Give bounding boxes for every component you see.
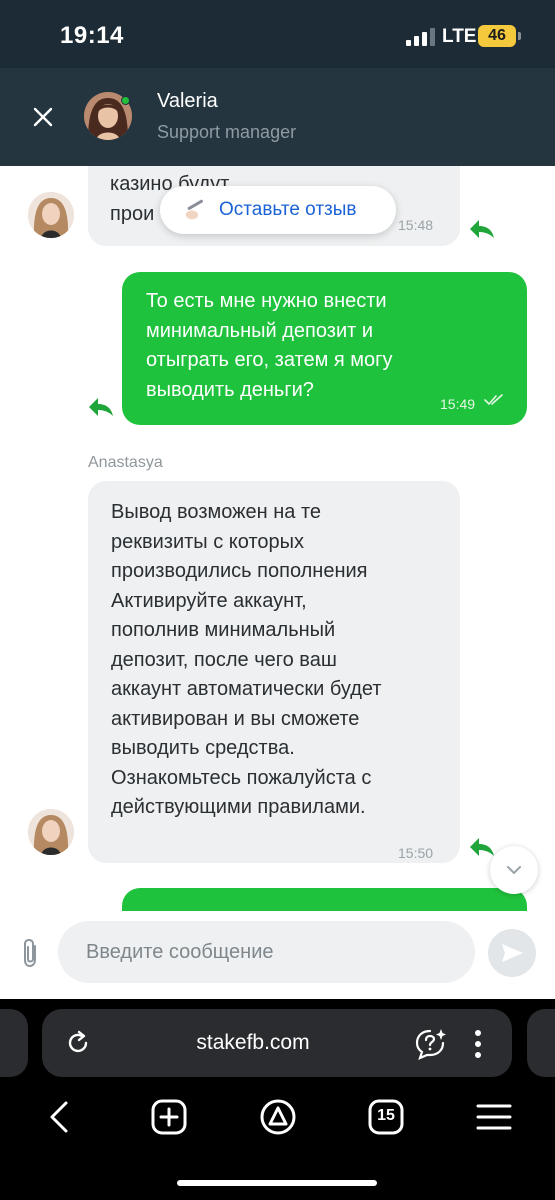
- close-button[interactable]: [24, 98, 62, 136]
- chevron-down-icon: [507, 866, 521, 874]
- message-bubble-incoming: Вывод возможен на те реквизиты с которых…: [88, 481, 460, 863]
- back-icon[interactable]: [40, 1097, 80, 1137]
- leave-review-label: Оставьте отзыв: [219, 199, 357, 220]
- send-icon: [502, 944, 523, 962]
- address-bar[interactable]: stakefb.com: [42, 1009, 512, 1077]
- close-icon: [33, 107, 53, 127]
- scroll-to-bottom-button[interactable]: [490, 846, 538, 894]
- signal-icon: [406, 28, 436, 46]
- battery-tip: [518, 32, 521, 40]
- new-tab-icon[interactable]: [149, 1097, 189, 1137]
- menu-icon[interactable]: [474, 1097, 514, 1137]
- battery-icon: 46: [478, 25, 516, 47]
- alice-icon[interactable]: [258, 1097, 298, 1137]
- next-tab-preview[interactable]: [527, 1009, 555, 1077]
- more-vertical-icon[interactable]: [472, 1029, 484, 1059]
- double-check-icon: [484, 394, 503, 406]
- reply-arrow-icon[interactable]: [468, 836, 496, 858]
- message-composer: [0, 911, 555, 999]
- home-indicator[interactable]: [177, 1180, 377, 1186]
- reply-arrow-icon[interactable]: [468, 218, 496, 240]
- browser-toolbar: stakefb.com 15: [0, 999, 555, 1200]
- network-type: LTE: [442, 26, 477, 47]
- online-status-dot: [121, 96, 130, 105]
- leave-review-button[interactable]: Оставьте отзыв: [160, 186, 396, 234]
- assistant-icon[interactable]: [414, 1027, 448, 1061]
- agent-avatar-small: [28, 809, 74, 855]
- message-time: 15:49: [440, 396, 476, 412]
- sender-name: Anastasya: [88, 454, 163, 471]
- status-time: 19:14: [60, 22, 124, 49]
- agent-role: Support manager: [157, 122, 297, 142]
- paperclip-icon[interactable]: [18, 937, 44, 969]
- message-time: 15:48: [398, 217, 434, 233]
- status-bar: 19:14 LTE 46: [0, 0, 555, 68]
- battery-level: 46: [488, 27, 506, 44]
- writing-hand-icon: [185, 199, 204, 220]
- message-bubble-outgoing: То есть мне нужно внести минимальный деп…: [122, 272, 527, 425]
- chat-header: Valeria Support manager: [0, 68, 555, 166]
- reply-arrow-icon[interactable]: [87, 396, 115, 418]
- message-time: 15:50: [398, 845, 434, 861]
- message-text: То есть мне нужно внести минимальный деп…: [146, 290, 393, 401]
- message-bubble-outgoing: [122, 888, 527, 911]
- url-text[interactable]: stakefb.com: [42, 1031, 464, 1055]
- previous-tab-preview[interactable]: [0, 1009, 28, 1077]
- tabs-button[interactable]: 15: [366, 1097, 406, 1137]
- message-text: Вывод возможен на те реквизиты с которых…: [111, 501, 382, 818]
- agent-avatar-small: [28, 192, 74, 238]
- message-input[interactable]: [58, 921, 475, 983]
- tab-count: 15: [377, 1107, 395, 1124]
- send-button[interactable]: [488, 929, 536, 977]
- chat-messages[interactable]: казино будут прои 15:48 Оставьте отзыв Т…: [0, 166, 555, 911]
- agent-name: Valeria: [157, 90, 218, 112]
